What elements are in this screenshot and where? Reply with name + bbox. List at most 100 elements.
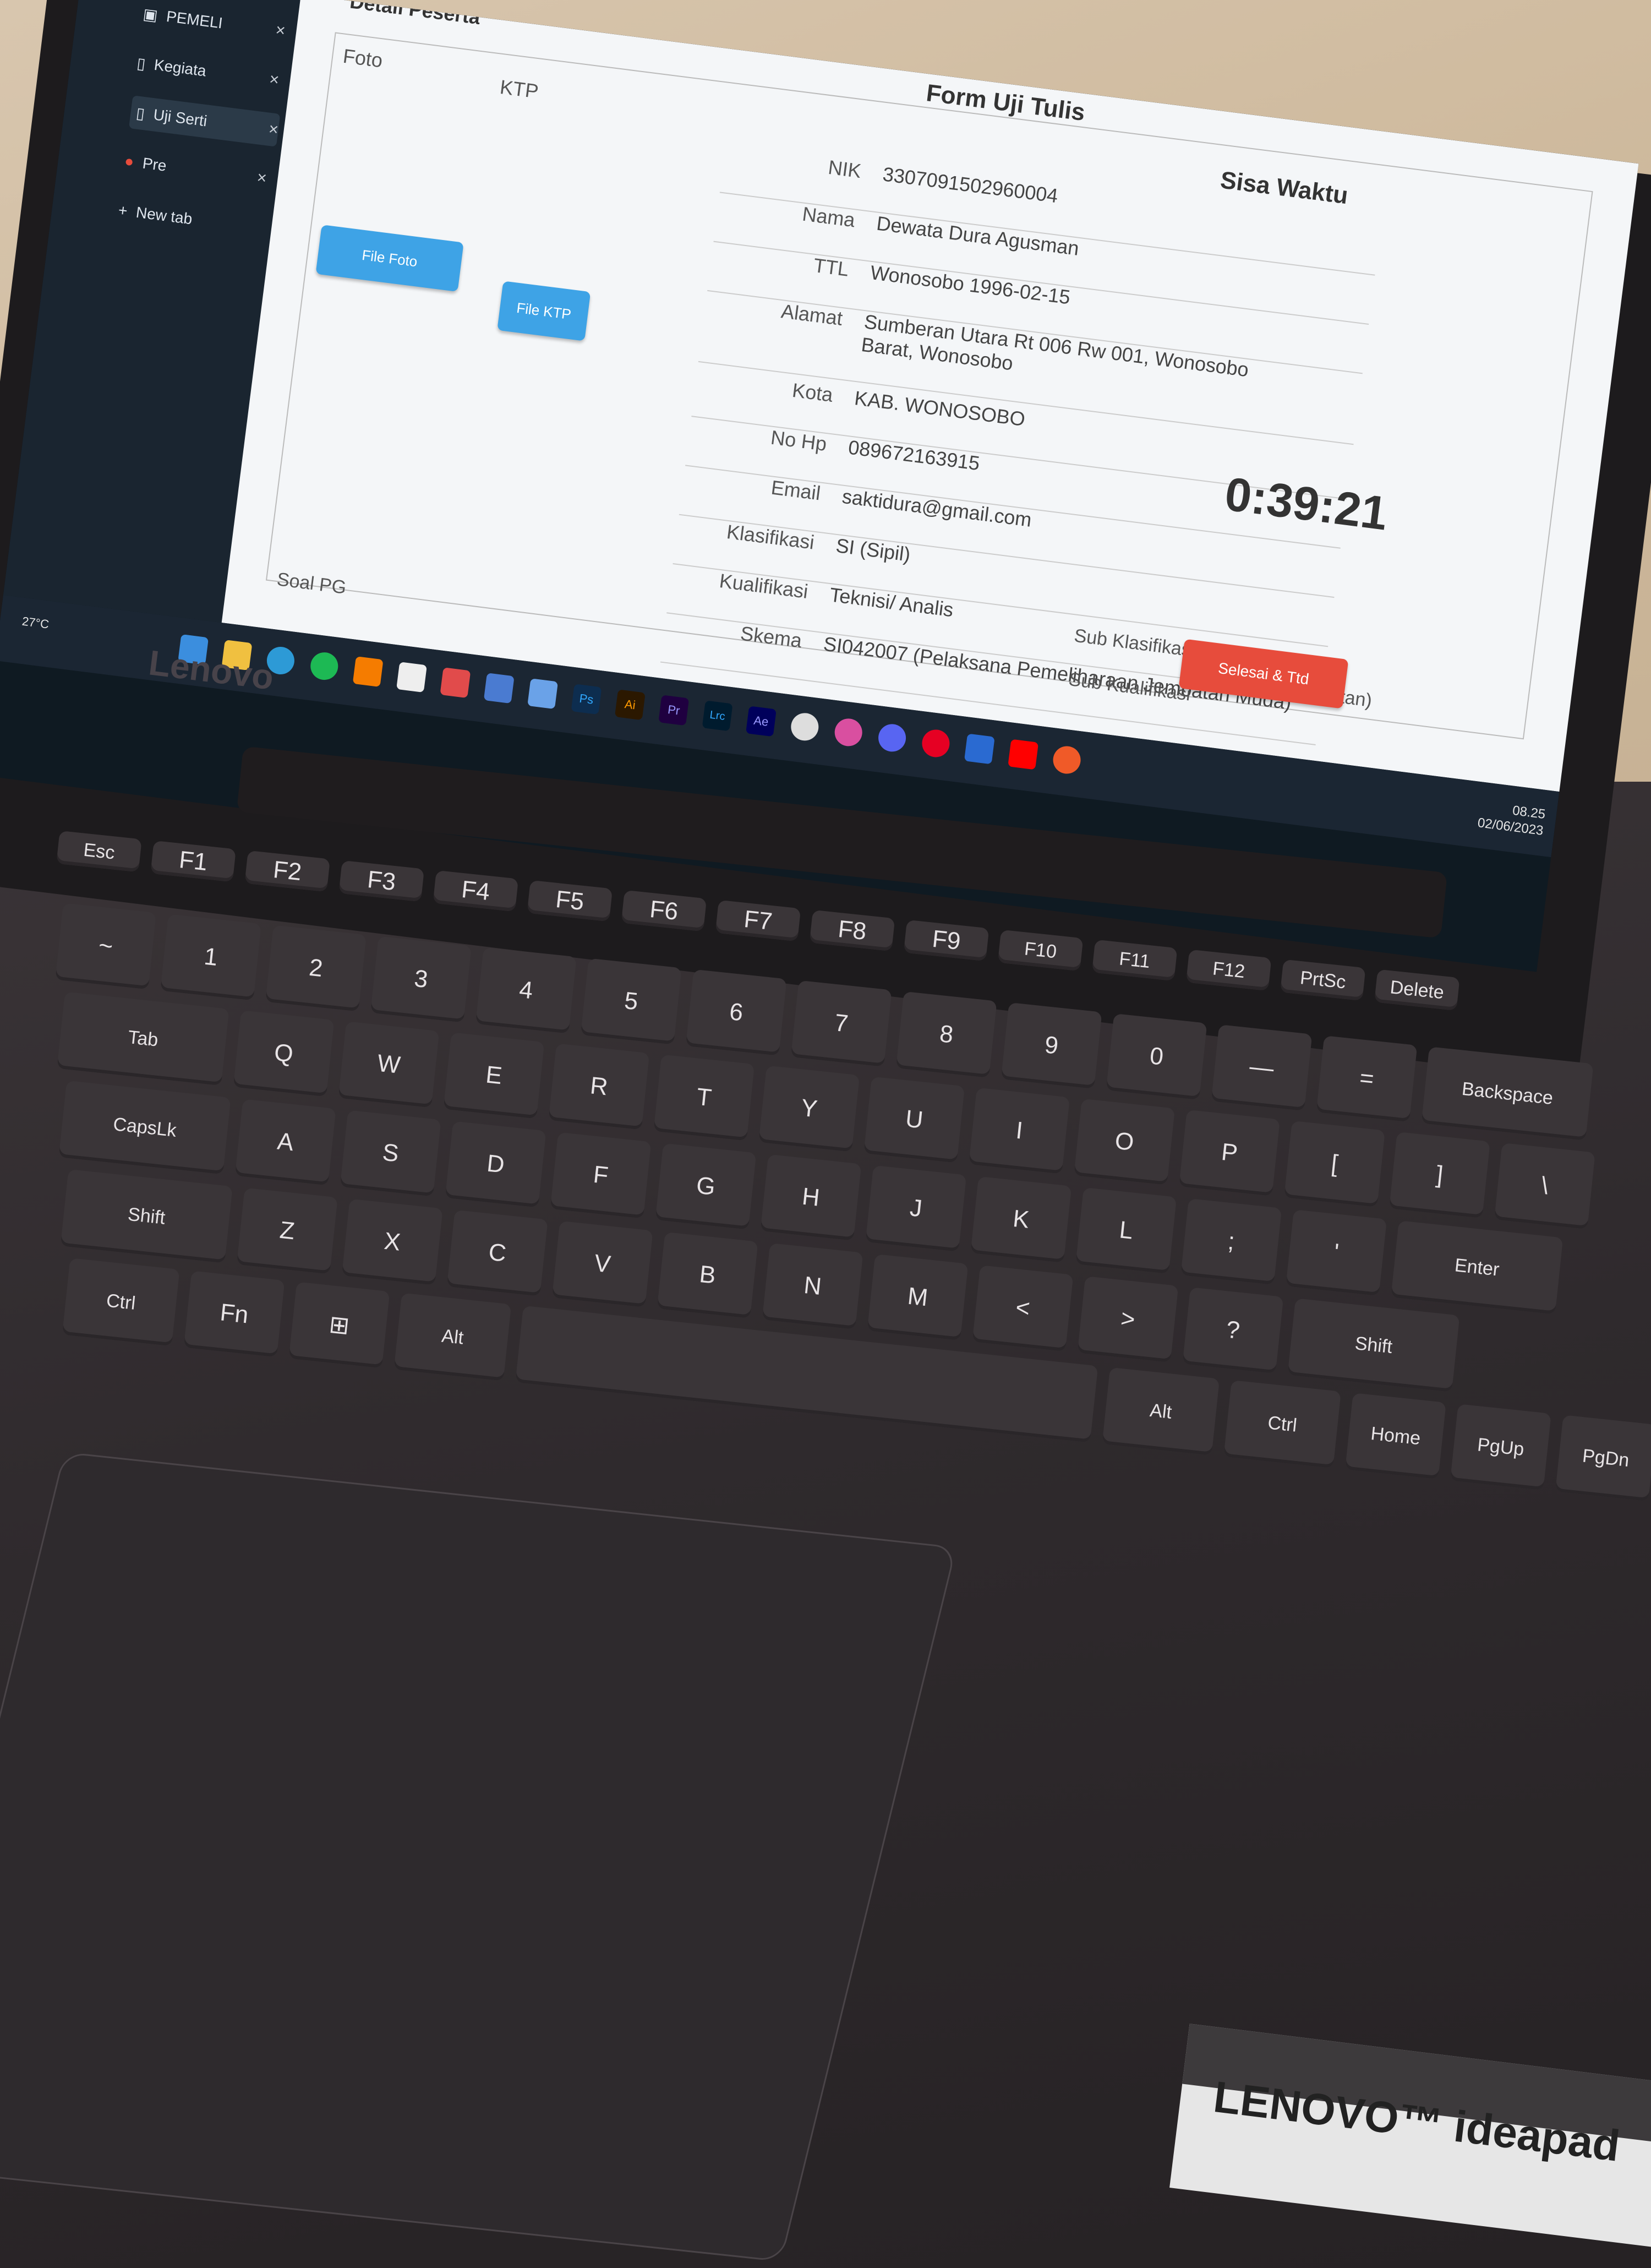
key-shift[interactable]: Shift	[60, 1169, 233, 1263]
tab-label: PEMELI	[165, 7, 224, 32]
after-effects-icon[interactable]: Ae	[746, 706, 777, 737]
key-1[interactable]: 1	[160, 914, 261, 1001]
page-icon: ▯	[136, 54, 147, 73]
key-h[interactable]: H	[760, 1154, 862, 1241]
key-alt[interactable]: Alt	[1102, 1367, 1220, 1455]
key-backspace[interactable]: Backspace	[1421, 1046, 1594, 1141]
key-symbol[interactable]: \	[1494, 1143, 1595, 1230]
key-f[interactable]: F	[550, 1132, 652, 1219]
key-8[interactable]: 8	[895, 991, 997, 1078]
close-icon[interactable]: ×	[275, 21, 287, 41]
app-icon[interactable]	[1051, 744, 1083, 776]
key-a[interactable]: A	[234, 1099, 336, 1186]
close-icon[interactable]: ×	[268, 70, 281, 90]
key-o[interactable]: O	[1074, 1098, 1175, 1185]
tab-kegiatan[interactable]: ▯ Kegiata ×	[135, 46, 281, 97]
key-symbol[interactable]: ⊞	[288, 1282, 390, 1369]
app-icon[interactable]	[833, 717, 864, 748]
acrobat-icon[interactable]	[440, 667, 471, 699]
search-icon[interactable]	[964, 733, 995, 765]
photoshop-icon[interactable]: Ps	[571, 684, 602, 715]
key-d[interactable]: D	[445, 1121, 546, 1208]
youtube-icon[interactable]	[1008, 739, 1039, 770]
key-symbol[interactable]: ?	[1182, 1287, 1284, 1374]
key-b[interactable]: B	[657, 1231, 758, 1318]
discord-icon[interactable]	[877, 722, 908, 754]
key-alt[interactable]: Alt	[393, 1293, 512, 1381]
ktp-header: KTP	[499, 75, 540, 103]
key-3[interactable]: 3	[370, 936, 472, 1023]
key-l[interactable]: L	[1075, 1187, 1177, 1274]
key-capslk[interactable]: CapsLk	[58, 1080, 231, 1175]
key-r[interactable]: R	[548, 1043, 650, 1130]
close-icon[interactable]: ×	[256, 168, 268, 188]
key-6[interactable]: 6	[685, 969, 787, 1056]
key-symbol[interactable]: [	[1284, 1120, 1385, 1207]
key-p[interactable]: P	[1179, 1109, 1280, 1196]
app-icon[interactable]	[789, 711, 821, 743]
key-n[interactable]: N	[762, 1242, 863, 1329]
key-w[interactable]: W	[338, 1021, 440, 1108]
pinterest-icon[interactable]	[920, 728, 952, 759]
key-z[interactable]: Z	[237, 1187, 338, 1274]
key-ctrl[interactable]: Ctrl	[62, 1258, 180, 1346]
key-fn[interactable]: Fn	[183, 1271, 285, 1357]
key-s[interactable]: S	[340, 1110, 441, 1197]
key-symbol[interactable]: ~	[55, 903, 156, 990]
key-symbol[interactable]: ]	[1389, 1131, 1490, 1218]
key-c[interactable]: C	[446, 1209, 548, 1296]
key-0[interactable]: 0	[1106, 1013, 1207, 1100]
tab-pre[interactable]: ● Pre ×	[123, 145, 269, 195]
weather-widget[interactable]: 27°C	[21, 614, 50, 632]
key-symbol[interactable]: >	[1077, 1276, 1179, 1363]
key-4[interactable]: 4	[475, 947, 577, 1034]
key-shift[interactable]: Shift	[1287, 1298, 1460, 1392]
key-m[interactable]: M	[867, 1254, 969, 1341]
key-u[interactable]: U	[863, 1076, 965, 1163]
key-v[interactable]: V	[551, 1220, 653, 1307]
blender-icon[interactable]	[352, 656, 384, 688]
key-x[interactable]: X	[341, 1198, 443, 1285]
key-pgup[interactable]: PgUp	[1450, 1404, 1551, 1491]
key-t[interactable]: T	[653, 1054, 755, 1141]
tab-label: Kegiata	[153, 56, 207, 80]
tab-label: New tab	[135, 203, 194, 228]
record-icon: ●	[123, 152, 135, 171]
key-symbol[interactable]: '	[1286, 1209, 1387, 1296]
close-icon[interactable]: ×	[267, 120, 280, 140]
illustrator-icon[interactable]: Ai	[614, 689, 646, 721]
system-tray-clock[interactable]: 08.25 02/06/2023	[1477, 798, 1546, 839]
key-2[interactable]: 2	[265, 925, 367, 1012]
key-5[interactable]: 5	[581, 958, 682, 1045]
app-icon[interactable]	[527, 678, 559, 710]
key-home[interactable]: Home	[1345, 1393, 1446, 1480]
key-9[interactable]: 9	[1001, 1002, 1102, 1089]
page-icon: ▣	[142, 5, 159, 24]
premiere-icon[interactable]: Pr	[658, 695, 690, 726]
key-7[interactable]: 7	[790, 980, 892, 1067]
app-icon[interactable]	[483, 673, 515, 704]
key-enter[interactable]: Enter	[1391, 1220, 1563, 1315]
key-j[interactable]: J	[865, 1165, 967, 1252]
typora-icon[interactable]	[396, 662, 427, 693]
page-icon: ▯	[135, 103, 146, 122]
lightroom-icon[interactable]: Lrc	[702, 700, 733, 732]
key-g[interactable]: G	[655, 1143, 757, 1230]
spotify-icon[interactable]	[309, 651, 340, 682]
key-i[interactable]: I	[969, 1087, 1070, 1174]
key-tab[interactable]: Tab	[57, 991, 229, 1086]
key-symbol[interactable]: —	[1211, 1024, 1313, 1111]
key-y[interactable]: Y	[758, 1065, 860, 1152]
key-symbol[interactable]: ;	[1180, 1198, 1282, 1285]
key-k[interactable]: K	[970, 1176, 1072, 1263]
key-symbol[interactable]: =	[1316, 1035, 1418, 1122]
key-q[interactable]: Q	[233, 1010, 335, 1097]
tab-pemeli[interactable]: ▣ PEMELI ×	[141, 0, 287, 48]
new-tab-button[interactable]: + New tab	[116, 194, 262, 244]
key-ctrl[interactable]: Ctrl	[1223, 1380, 1341, 1469]
key-symbol[interactable]: <	[972, 1265, 1074, 1352]
key-pgdn[interactable]: PgDn	[1555, 1415, 1651, 1502]
key-e[interactable]: E	[443, 1032, 545, 1119]
foto-header: Foto	[341, 44, 384, 72]
tab-uji-sertifikasi[interactable]: ▯ Uji Serti ×	[128, 95, 281, 147]
